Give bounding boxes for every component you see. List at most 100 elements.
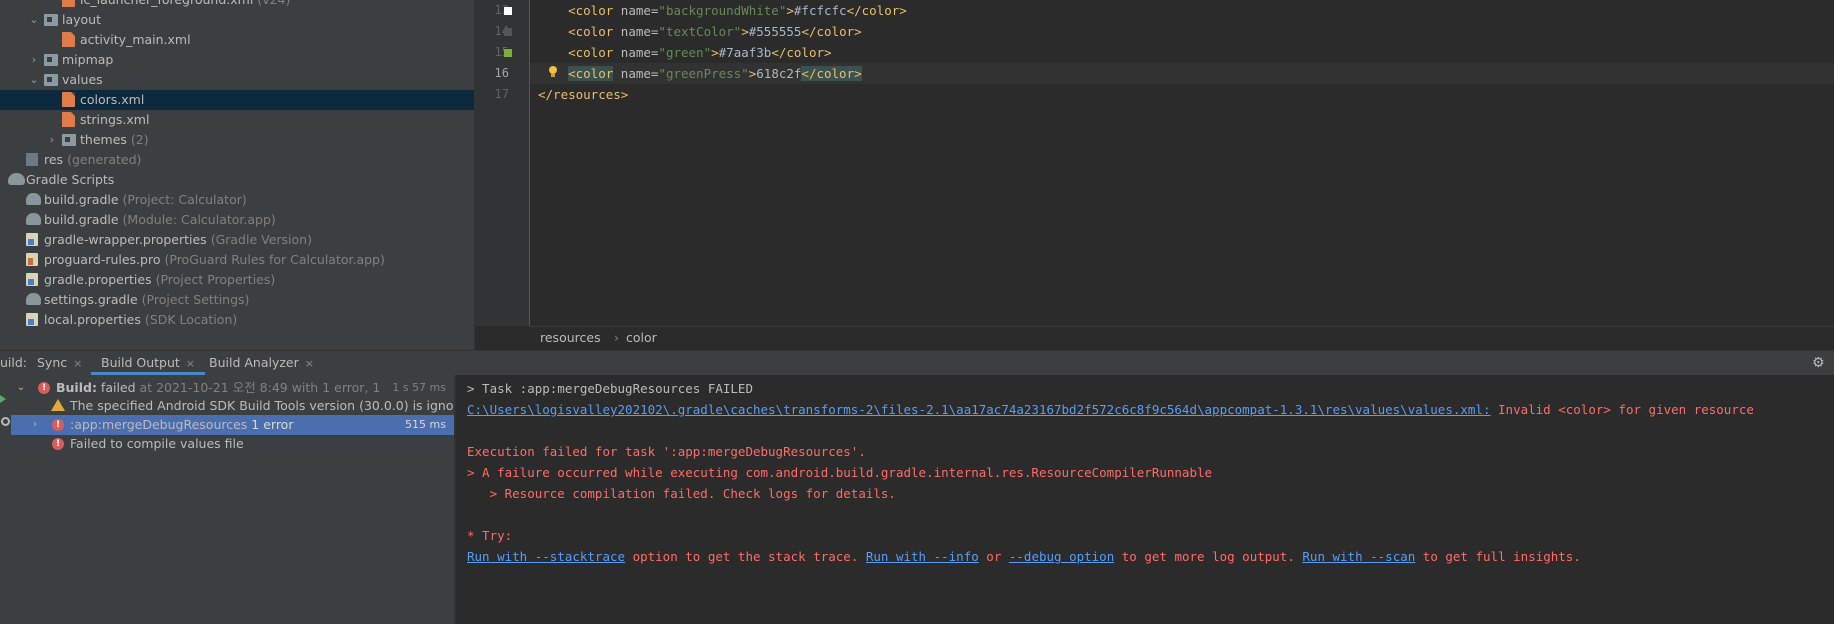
- tree-item-gradle-properties[interactable]: gradle.properties (Project Properties): [0, 270, 474, 290]
- tree-item-label: local.properties (SDK Location): [44, 310, 237, 330]
- tree-item-name: Gradle Scripts: [26, 172, 115, 187]
- tree-item-label: gradle-wrapper.properties (Gradle Version…: [44, 230, 312, 250]
- tree-item-mipmap[interactable]: › mipmap: [0, 50, 474, 70]
- rerun-icon[interactable]: [0, 395, 6, 403]
- tree-item-layout[interactable]: ⌄ layout: [0, 10, 474, 30]
- console-path-line: C:\Users\logisvalley202102\.gradle\cache…: [467, 399, 1754, 420]
- console-options-line: Run with --stacktrace option to get the …: [467, 546, 1581, 567]
- chevron-right-icon[interactable]: ›: [46, 130, 58, 150]
- build-tree-row[interactable]: The specified Android SDK Build Tools ve…: [11, 396, 508, 416]
- tree-item-name: settings.gradle: [44, 292, 138, 307]
- tab-build-analyzer[interactable]: Build Analyzer ×: [209, 351, 314, 375]
- color-swatch-icon[interactable]: [504, 28, 512, 36]
- values-xml-link[interactable]: C:\Users\logisvalley202102\.gradle\cache…: [467, 402, 1491, 417]
- xml-attribute: name=: [613, 45, 659, 60]
- tree-item-name: gradle.properties: [44, 272, 152, 287]
- xml-tag: <color: [568, 66, 614, 81]
- tree-item-build-gradle[interactable]: build.gradle (Module: Calculator.app): [0, 210, 474, 230]
- xml-tag-bracket: >: [786, 3, 794, 18]
- invalid-color-message: Invalid <color> for given resource: [1490, 402, 1754, 417]
- tab-build-output[interactable]: Build Output ×: [91, 351, 205, 375]
- console-text: or: [978, 549, 1009, 564]
- build-tree-label: Build: failed at 2021-10-21 오전 8:49 with…: [56, 378, 434, 398]
- close-icon[interactable]: ×: [186, 357, 195, 370]
- code-line[interactable]: <color name="green">#7aaf3b</color>: [530, 42, 1834, 63]
- tree-item-hint: (Module: Calculator.app): [122, 212, 276, 227]
- tree-item-hint: (ProGuard Rules for Calculator.app): [164, 252, 385, 267]
- editor-gutter: 13 14 15 16 17: [475, 0, 529, 326]
- chevron-down-icon[interactable]: ⌄: [28, 10, 40, 30]
- tree-item-strings-xml[interactable]: strings.xml: [0, 110, 474, 130]
- run-info-link[interactable]: Run with --info: [866, 549, 979, 564]
- breadcrumb-item-resources[interactable]: resources: [540, 327, 601, 349]
- tree-item-res[interactable]: res (generated): [0, 150, 474, 170]
- chevron-right-icon[interactable]: ›: [29, 415, 41, 435]
- tree-item-label: Gradle Scripts: [26, 170, 114, 190]
- tree-item-settings-gradle[interactable]: settings.gradle (Project Settings): [0, 290, 474, 310]
- xml-tag: </color>: [801, 24, 862, 39]
- code-line[interactable]: </resources>: [530, 84, 1834, 105]
- color-swatch-icon[interactable]: [504, 49, 512, 57]
- tree-item-gradle-scripts[interactable]: Gradle Scripts: [0, 170, 474, 190]
- tree-item-name: ic_launcher_foreground.xml: [80, 0, 253, 7]
- xml-attribute-value: "backgroundWhite": [658, 3, 787, 18]
- build-tree-label: :app:mergeDebugResources 1 error: [70, 415, 293, 435]
- breadcrumb: resources › color: [530, 326, 1834, 350]
- debug-option-link[interactable]: --debug option: [1009, 549, 1114, 564]
- breadcrumb-item-color[interactable]: color: [626, 327, 657, 349]
- tree-item-values[interactable]: ⌄ values: [0, 70, 474, 90]
- res-folder-icon: [26, 153, 38, 166]
- xml-attribute-value: "green": [658, 45, 712, 60]
- breadcrumb-separator: ›: [614, 330, 619, 345]
- xml-attribute-value: "greenPress": [658, 66, 749, 81]
- warning-icon: [51, 399, 65, 411]
- tree-item-themes[interactable]: › themes (2): [0, 130, 474, 150]
- tree-item-local-properties[interactable]: local.properties (SDK Location): [0, 310, 474, 330]
- tree-item-name: themes: [80, 132, 127, 147]
- tree-item-hint: (Project Properties): [155, 272, 276, 287]
- color-swatch-icon[interactable]: [504, 7, 512, 15]
- tree-item-label: layout: [62, 10, 101, 30]
- xml-tag: </color>: [846, 3, 907, 18]
- code-line[interactable]: <color name="textColor">#555555</color>: [530, 21, 1834, 42]
- code-editor[interactable]: <color name="backgroundWhite">#fcfcfc</c…: [530, 0, 1834, 326]
- build-tree-text: :app:mergeDebugResources: [70, 417, 248, 432]
- tree-item-name: proguard-rules.pro: [44, 252, 161, 267]
- tree-item-hint: (SDK Location): [144, 312, 238, 327]
- tree-item-proguard-rules-pro[interactable]: proguard-rules.pro (ProGuard Rules for Ca…: [0, 250, 474, 270]
- intention-bulb-icon[interactable]: [548, 66, 558, 79]
- tab-sync-label: Sync: [37, 355, 68, 370]
- tree-item-hint: (Gradle Version): [210, 232, 312, 247]
- tree-item-name: strings.xml: [80, 112, 150, 127]
- tree-item-activity-main-xml[interactable]: activity_main.xml: [0, 30, 474, 50]
- tree-item-build-gradle[interactable]: build.gradle (Project: Calculator): [0, 190, 474, 210]
- tree-item-name: build.gradle: [44, 192, 119, 207]
- gear-icon[interactable]: ⚙: [1812, 356, 1826, 370]
- run-scan-link[interactable]: Run with --scan: [1302, 549, 1415, 564]
- code-line[interactable]: <color name="backgroundWhite">#fcfcfc</c…: [530, 0, 1834, 21]
- run-stacktrace-link[interactable]: Run with --stacktrace: [467, 549, 625, 564]
- close-icon[interactable]: ×: [73, 357, 82, 370]
- tree-item-name: activity_main.xml: [80, 32, 191, 47]
- tab-build-analyzer-label: Build Analyzer: [209, 355, 299, 370]
- build-duration: 515 ms: [405, 418, 446, 431]
- tree-item-ic-launcher-foreground-xml[interactable]: ic_launcher_foreground.xml (v24): [0, 0, 474, 10]
- build-tree-row[interactable]: ⌄! Build: failed at 2021-10-21 오전 8:49 wi…: [11, 378, 454, 398]
- chevron-right-icon[interactable]: ›: [28, 50, 40, 70]
- build-toolwindow-title: uild:: [0, 355, 28, 370]
- folder-icon: [44, 74, 58, 86]
- build-tree-row[interactable]: ! Failed to compile values file: [11, 434, 454, 454]
- gradle-elephant-icon: [8, 173, 25, 185]
- tree-item-label: gradle.properties (Project Properties): [44, 270, 275, 290]
- build-tree: ⌄! Build: failed at 2021-10-21 오전 8:49 wi…: [11, 375, 508, 624]
- chevron-down-icon[interactable]: ⌄: [15, 378, 27, 398]
- tree-item-name: values: [62, 72, 103, 87]
- build-tree-row[interactable]: ›!:app:mergeDebugResources 1 error 515 ms: [11, 415, 454, 435]
- tree-item-colors-xml[interactable]: colors.xml: [0, 90, 474, 110]
- code-line[interactable]: <color name="greenPress">618c2f</color>: [530, 63, 1834, 84]
- tree-item-gradle-wrapper-properties[interactable]: gradle-wrapper.properties (Gradle Version…: [0, 230, 474, 250]
- close-icon[interactable]: ×: [305, 357, 314, 370]
- filter-icon[interactable]: [1, 417, 10, 426]
- chevron-down-icon[interactable]: ⌄: [28, 70, 40, 90]
- tab-sync[interactable]: Sync ×: [37, 351, 82, 375]
